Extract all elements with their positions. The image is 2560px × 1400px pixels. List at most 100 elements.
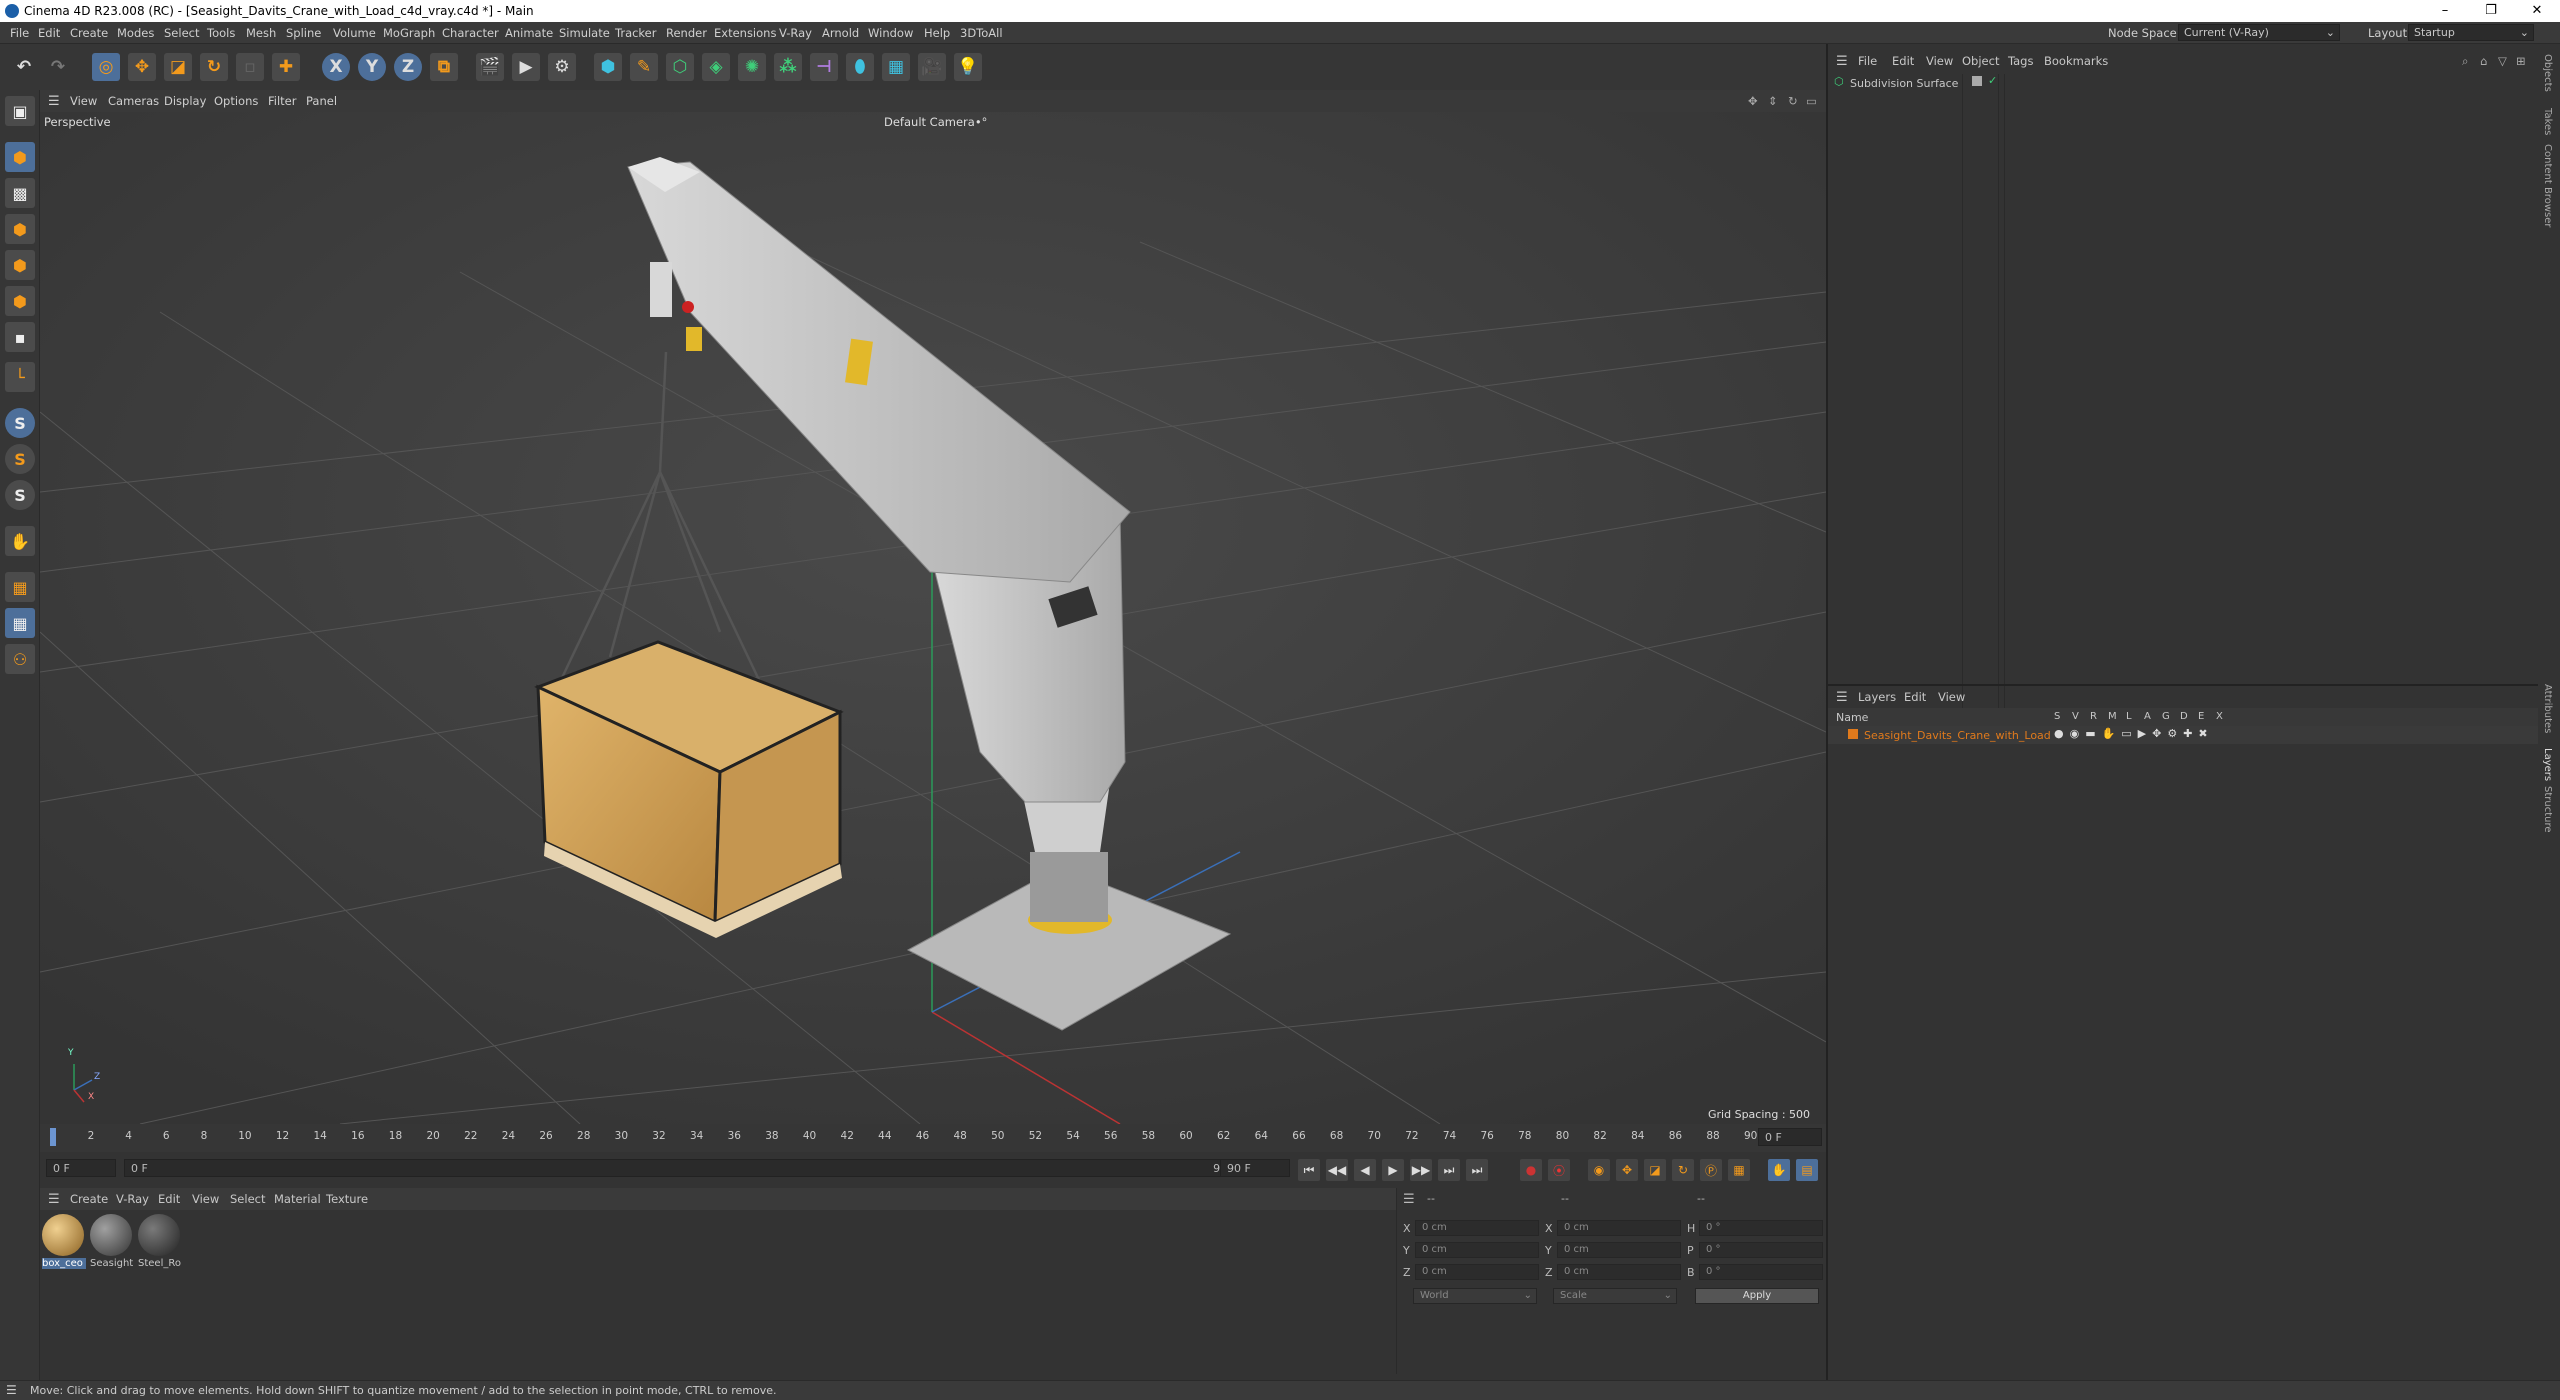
material-item[interactable]: Seasight: [90, 1214, 134, 1274]
viewport-maximize-icon[interactable]: ▭: [1806, 94, 1817, 108]
menu-edit[interactable]: Edit: [38, 26, 60, 40]
edges-mode-icon[interactable]: ⬢: [5, 250, 35, 280]
material-menu-view[interactable]: View: [192, 1192, 219, 1206]
home-icon[interactable]: ⌂: [2480, 54, 2487, 68]
side-tab-content-browser[interactable]: Content Browser: [2542, 144, 2553, 227]
coord-size-x-field[interactable]: 0 cm: [1557, 1220, 1681, 1236]
subdivision-icon[interactable]: ⬡: [666, 53, 694, 81]
deformer-icon[interactable]: ✺: [738, 53, 766, 81]
layer-menu-layers[interactable]: Layers: [1858, 690, 1896, 704]
menu-render[interactable]: Render: [666, 26, 707, 40]
material-item[interactable]: Steel_Ro: [138, 1214, 182, 1274]
minimize-button[interactable]: –: [2422, 0, 2468, 22]
snap-settings-toggle[interactable]: S: [5, 444, 35, 474]
sculpt-icon[interactable]: ✋: [5, 526, 35, 556]
viewport-menu-view[interactable]: View: [70, 94, 97, 108]
material-menu-select[interactable]: Select: [230, 1192, 265, 1206]
playhead[interactable]: [50, 1128, 56, 1146]
layer-row[interactable]: Seasight_Davits_Crane_with_Load ●◉▬✋▭▶✥⚙…: [1828, 726, 2538, 744]
menu-vray[interactable]: V-Ray: [779, 26, 812, 40]
menu-mesh[interactable]: Mesh: [246, 26, 276, 40]
material-menu-vray[interactable]: V-Ray: [116, 1192, 149, 1206]
object-menu-object[interactable]: Object: [1962, 54, 1999, 68]
hamburger-icon[interactable]: ☰: [1836, 690, 1848, 705]
parameter-key-icon[interactable]: Ⓟ: [1700, 1159, 1722, 1181]
menu-extensions[interactable]: Extensions: [714, 26, 776, 40]
hamburger-icon[interactable]: ☰: [6, 1383, 17, 1397]
timeline-ruler[interactable]: 0246810121416182022242628303234363840424…: [40, 1124, 1826, 1152]
menu-select[interactable]: Select: [164, 26, 199, 40]
hamburger-icon[interactable]: ☰: [1836, 54, 1848, 69]
menu-window[interactable]: Window: [868, 26, 913, 40]
polygons-mode-icon[interactable]: ⬢: [5, 286, 35, 316]
side-tab-layers[interactable]: Layers: [2542, 748, 2553, 781]
play-button[interactable]: ▶: [1382, 1159, 1404, 1181]
autokey-icon[interactable]: ⦿: [1548, 1159, 1570, 1181]
layer-flag-s[interactable]: S: [2054, 711, 2060, 722]
layer-flag-l[interactable]: L: [2126, 711, 2132, 722]
hamburger-icon[interactable]: ☰: [1403, 1192, 1415, 1207]
pen-icon[interactable]: ✎: [630, 53, 658, 81]
cube-icon[interactable]: ⬢: [594, 53, 622, 81]
hamburger-icon[interactable]: ☰: [48, 1192, 60, 1207]
search-icon[interactable]: ⌕: [2462, 54, 2468, 69]
viewport-zoom-icon[interactable]: ⇕: [1768, 94, 1778, 108]
material-item[interactable]: box_ceo: [42, 1214, 86, 1274]
uv-mode-icon[interactable]: ▪: [5, 322, 35, 352]
z-axis-toggle[interactable]: Z: [394, 53, 422, 81]
camera-label[interactable]: Default Camera•°: [884, 115, 987, 129]
floor-grid-icon[interactable]: ▦: [5, 572, 35, 602]
side-tab-structure[interactable]: Structure: [2542, 786, 2553, 833]
keyframe-selection-icon[interactable]: ◉: [1588, 1159, 1610, 1181]
mograph-icon[interactable]: ⁂: [774, 53, 802, 81]
coordinate-system-icon[interactable]: ⧉: [430, 53, 458, 81]
restore-button[interactable]: ❐: [2468, 0, 2514, 22]
pla-key-icon[interactable]: ▦: [1728, 1159, 1750, 1181]
workplane-toggle[interactable]: S: [5, 480, 35, 510]
menu-animate[interactable]: Animate: [505, 26, 553, 40]
coord-size-y-field[interactable]: 0 cm: [1557, 1242, 1681, 1258]
scale-icon[interactable]: ◪: [164, 53, 192, 81]
xpresso-icon[interactable]: ⚇: [5, 644, 35, 674]
field-icon[interactable]: ⊣: [810, 53, 838, 81]
viewport-menu-display[interactable]: Display: [164, 94, 206, 108]
side-tab-takes[interactable]: Takes: [2542, 108, 2553, 135]
timeline-icon[interactable]: ▤: [1796, 1159, 1818, 1181]
side-tab-attributes[interactable]: Attributes: [2542, 684, 2553, 733]
menu-simulate[interactable]: Simulate: [559, 26, 610, 40]
layer-flag-icons[interactable]: ●◉▬✋▭▶✥⚙✚✖: [2054, 727, 2214, 740]
layer-flag-e[interactable]: E: [2198, 711, 2204, 722]
layer-menu-view[interactable]: View: [1938, 690, 1965, 704]
camera-icon[interactable]: 🎥: [918, 53, 946, 81]
viewport-menu-options[interactable]: Options: [214, 94, 258, 108]
layout-dropdown[interactable]: Startup ⌄: [2408, 24, 2534, 41]
layer-flag-v[interactable]: V: [2072, 711, 2079, 722]
make-editable-icon[interactable]: ▣: [5, 96, 35, 126]
new-window-icon[interactable]: ⊞: [2516, 54, 2526, 68]
current-frame-field[interactable]: 0 F: [1758, 1128, 1822, 1146]
transform-icon[interactable]: ✚: [272, 53, 300, 81]
menu-help[interactable]: Help: [924, 26, 950, 40]
viewport-menu-panel[interactable]: Panel: [306, 94, 337, 108]
layer-color-swatch[interactable]: [1848, 729, 1858, 739]
live-selection-icon[interactable]: ◎: [92, 53, 120, 81]
redo-icon[interactable]: ↷: [44, 53, 72, 81]
viewport-3d[interactable]: Perspective Default Camera•° Grid Spacin…: [40, 112, 1826, 1124]
y-axis-toggle[interactable]: Y: [358, 53, 386, 81]
texture-mode-icon[interactable]: ▩: [5, 178, 35, 208]
generator-icon[interactable]: ◈: [702, 53, 730, 81]
object-menu-view[interactable]: View: [1926, 54, 1953, 68]
coord-pos-y-field[interactable]: 0 cm: [1415, 1242, 1539, 1258]
coord-rot-p-field[interactable]: 0 °: [1699, 1242, 1823, 1258]
menu-file[interactable]: File: [10, 26, 29, 40]
previous-frame-button[interactable]: ◀: [1354, 1159, 1376, 1181]
menu-volume[interactable]: Volume: [333, 26, 376, 40]
object-menu-bookmarks[interactable]: Bookmarks: [2044, 54, 2108, 68]
grid-lock-icon[interactable]: ▦: [5, 608, 35, 638]
position-key-icon[interactable]: ✥: [1616, 1159, 1638, 1181]
close-button[interactable]: ✕: [2514, 0, 2560, 22]
layer-flag-g[interactable]: G: [2162, 711, 2170, 722]
menu-tools[interactable]: Tools: [207, 26, 235, 40]
layer-flag-d[interactable]: D: [2180, 711, 2188, 722]
snap-toggle[interactable]: S: [5, 408, 35, 438]
